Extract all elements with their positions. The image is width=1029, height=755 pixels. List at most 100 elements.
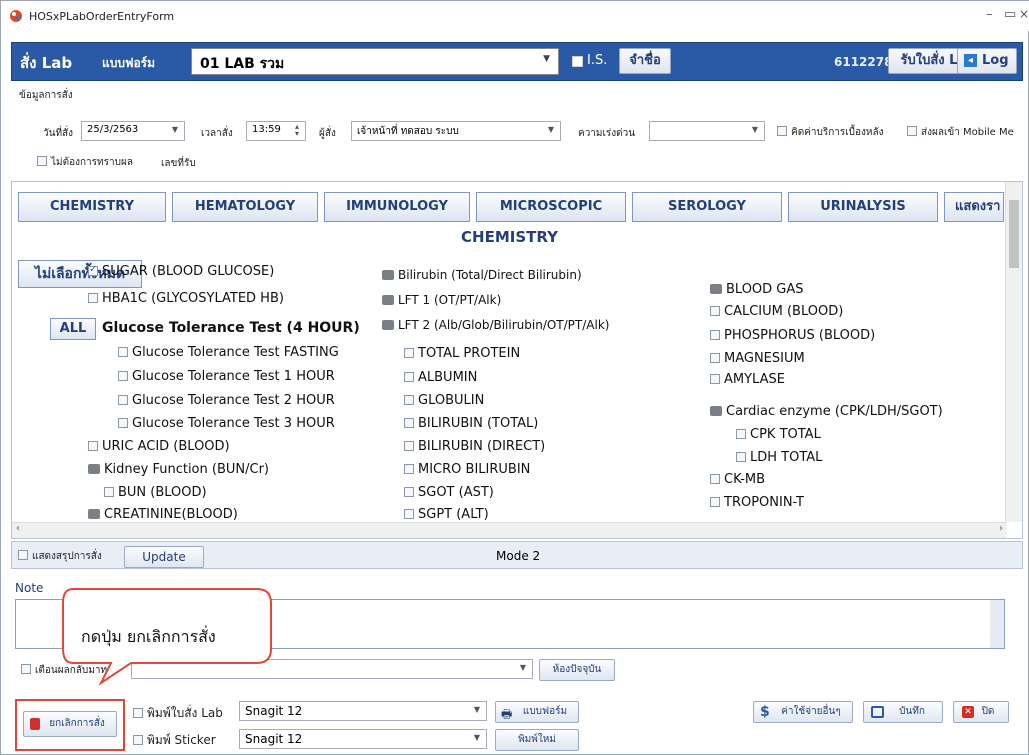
tab-immunology[interactable]: IMMUNOLOGY	[324, 192, 470, 222]
vertical-scrollbar[interactable]	[1005, 182, 1022, 522]
test-label: URIC ACID (BLOOD)	[102, 439, 230, 454]
current-room-button[interactable]: ห้องปัจจุบัน	[539, 659, 615, 681]
test-item[interactable]: MAGNESIUM	[710, 351, 805, 366]
tab-chemistry[interactable]: CHEMISTRY	[18, 192, 166, 222]
orderer-select[interactable]: เจ้าหน้าที่ ทดสอบ ระบบ ▼	[351, 121, 561, 141]
horizontal-scrollbar[interactable]: ‹ ›	[12, 522, 1007, 538]
chevron-down-icon: ▼	[543, 54, 550, 64]
test-item[interactable]: CREATININE(BLOOD)	[88, 507, 238, 522]
test-label: GLOBULIN	[418, 393, 485, 408]
log-button[interactable]: ◂ Log	[957, 48, 1017, 74]
test-label: Glucose Tolerance Test 1 HOUR	[132, 369, 335, 384]
order-time-input[interactable]: 13:59 ▴ ▾	[246, 121, 306, 141]
save-button[interactable]: บันทึก	[863, 701, 943, 723]
form-select[interactable]: 01 LAB รวม ▼	[191, 48, 559, 75]
minimize-icon[interactable]: –	[986, 7, 993, 22]
print-sticker-label: พิมพ์ Sticker	[147, 733, 216, 747]
form-print-button[interactable]: 🖶 แบบฟอร์ม	[495, 701, 579, 723]
no-notify-checkbox[interactable]: ไม่ต้องการทราบผล	[37, 155, 133, 170]
test-item[interactable]: Bilirubin (Total/Direct Bilirubin)	[382, 268, 582, 282]
test-item[interactable]: Glucose Tolerance Test 3 HOUR	[118, 416, 335, 431]
test-item[interactable]: TROPONIN-T	[710, 495, 804, 510]
cancel-order-button[interactable]: ยกเลิกการสั่ง	[23, 711, 117, 737]
test-item[interactable]: URIC ACID (BLOOD)	[88, 439, 230, 454]
tab-hematology[interactable]: HEMATOLOGY	[172, 192, 318, 222]
urgency-select[interactable]: ▼	[649, 121, 765, 141]
test-item[interactable]: ALBUMIN	[404, 370, 477, 385]
test-item[interactable]: Kidney Function (BUN/Cr)	[88, 462, 269, 477]
close-window-icon[interactable]: ×	[1019, 7, 1029, 21]
test-label: Cardiac enzyme (CPK/LDH/SGOT)	[726, 404, 943, 419]
test-item[interactable]: MICRO BILIRUBIN	[404, 462, 530, 477]
scroll-thumb[interactable]	[1009, 200, 1019, 268]
test-item[interactable]: AMYLASE	[710, 372, 785, 387]
new-print-button[interactable]: พิมพ์ใหม่	[495, 729, 579, 751]
scroll-right-icon[interactable]: ›	[999, 523, 1003, 534]
order-lab-label: สั่ง Lab	[20, 54, 73, 72]
test-item[interactable]: GLOBULIN	[404, 393, 484, 408]
test-item[interactable]: TOTAL PROTEIN	[404, 346, 520, 361]
test-item[interactable]: HBA1C (GLYCOSYLATED HB)	[88, 291, 284, 306]
test-item[interactable]: BILIRUBIN (TOTAL)	[404, 416, 538, 431]
chevron-down-icon: ▼	[547, 125, 554, 134]
close-label: ปิด	[981, 706, 995, 717]
summary-checkbox[interactable]: แสดงสรุปการสั่ง	[18, 549, 102, 564]
note-scrollbar[interactable]	[990, 600, 1004, 648]
order-info-title: ข้อมูลการสั่ง	[19, 90, 73, 101]
date-label: วันที่สั่ง	[43, 128, 74, 139]
test-item[interactable]: LDH TOTAL	[736, 450, 822, 465]
maximize-icon[interactable]: ▭	[1004, 7, 1016, 22]
chevron-down-icon: ▼	[519, 663, 526, 672]
order-date-picker[interactable]: 25/3/2563 ▼	[81, 121, 185, 141]
order-date-value: 25/3/2563	[87, 124, 139, 135]
spinner-icon[interactable]: ▴ ▾	[295, 123, 299, 138]
printer-select-sticker[interactable]: Snagit 12 ▼	[239, 729, 487, 749]
close-button[interactable]: ✕ ปิด	[953, 701, 1009, 723]
update-button[interactable]: Update	[124, 546, 204, 568]
mobile-checkbox[interactable]: ส่งผลเข้า Mobile Me	[907, 125, 1014, 140]
all-button[interactable]: ALL	[50, 318, 96, 340]
form-label: แบบฟอร์ม	[102, 56, 156, 70]
test-item[interactable]: BLOOD GAS	[710, 282, 804, 297]
test-item[interactable]: PHOSPHORUS (BLOOD)	[710, 328, 875, 343]
back-service-checkbox[interactable]: คิดค่าบริการเบื้องหลัง	[777, 125, 884, 140]
test-label: AMYLASE	[724, 372, 785, 387]
test-item[interactable]: Glucose Tolerance Test 2 HOUR	[118, 393, 335, 408]
test-item[interactable]: CPK TOTAL	[736, 427, 821, 442]
remember-button[interactable]: จำชื่อ	[619, 48, 671, 74]
other-expense-button[interactable]: $ ค่าใช้จ่ายอื่นๆ	[753, 701, 853, 723]
test-item[interactable]: SGPT (ALT)	[404, 507, 489, 522]
time-label: เวลาสั่ง	[201, 128, 233, 139]
printer-select-lab[interactable]: Snagit 12 ▼	[239, 701, 487, 721]
test-label: LFT 1 (OT/PT/Alk)	[398, 293, 502, 307]
tab-microscopic[interactable]: MICROSCOPIC	[476, 192, 626, 222]
test-item[interactable]: LFT 1 (OT/PT/Alk)	[382, 293, 501, 307]
test-item[interactable]: CALCIUM (BLOOD)	[710, 304, 843, 319]
print-sticker-checkbox[interactable]: พิมพ์ Sticker	[133, 731, 216, 750]
test-label: ALBUMIN	[418, 370, 478, 385]
test-item[interactable]: BUN (BLOOD)	[104, 485, 207, 500]
is-checkbox[interactable]	[572, 56, 583, 67]
test-item[interactable]: Cardiac enzyme (CPK/LDH/SGOT)	[710, 404, 943, 419]
print-lab-label: พิมพ์ใบสั่ง Lab	[147, 706, 223, 720]
test-item[interactable]: BILIRUBIN (DIRECT)	[404, 439, 545, 454]
test-item[interactable]: CK-MB	[710, 472, 765, 487]
test-item[interactable]: LFT 2 (Alb/Glob/Bilirubin/OT/PT/Alk)	[382, 318, 609, 332]
test-item[interactable]: Glucose Tolerance Test FASTING	[118, 345, 339, 360]
print-lab-checkbox[interactable]: พิมพ์ใบสั่ง Lab	[133, 704, 223, 723]
test-label: LFT 2 (Alb/Glob/Bilirubin/OT/PT/Alk)	[398, 318, 610, 332]
orderer-value: เจ้าหน้าที่ ทดสอบ ระบบ	[357, 126, 459, 137]
no-notify-label: ไม่ต้องการทราบผล	[51, 157, 133, 168]
test-item[interactable]: SGOT (AST)	[404, 485, 494, 500]
app-icon	[10, 10, 22, 22]
tab-more[interactable]: แสดงรา	[944, 192, 1004, 222]
cancel-icon	[30, 718, 40, 730]
save-icon	[871, 706, 884, 718]
test-label: TOTAL PROTEIN	[418, 346, 521, 361]
test-label: BILIRUBIN (TOTAL)	[418, 416, 539, 431]
test-item[interactable]: SUGAR (BLOOD GLUCOSE)	[88, 264, 274, 279]
test-item[interactable]: Glucose Tolerance Test 1 HOUR	[118, 369, 335, 384]
scroll-left-icon[interactable]: ‹	[16, 523, 20, 534]
tab-urinalysis[interactable]: URINALYSIS	[788, 192, 938, 222]
tab-serology[interactable]: SEROLOGY	[632, 192, 782, 222]
